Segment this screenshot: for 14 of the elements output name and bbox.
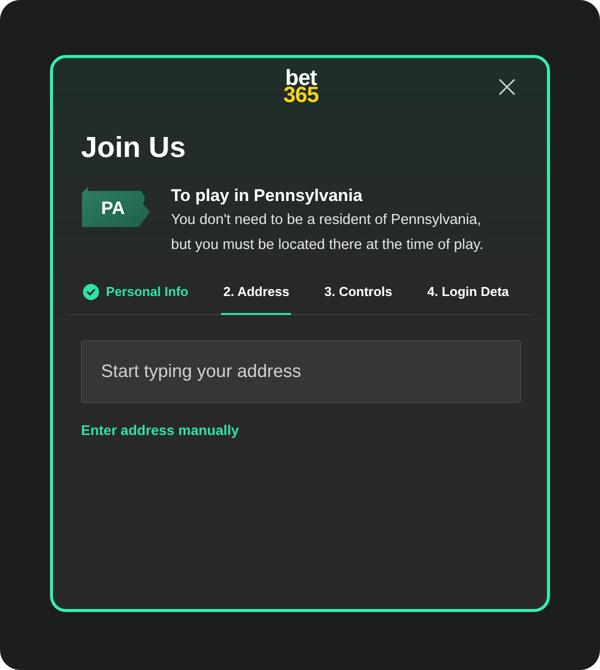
close-icon: [499, 79, 515, 95]
address-input-field[interactable]: Start typing your address: [81, 340, 521, 402]
logo: bet 365: [283, 69, 319, 103]
state-badge: PA: [81, 187, 151, 229]
enter-address-manually-link[interactable]: Enter address manually: [81, 420, 239, 440]
step-tab[interactable]: 4. Login Deta: [425, 282, 511, 314]
step-tab[interactable]: 2. Address: [221, 282, 292, 314]
notice-heading: To play in Pennsylvania: [171, 185, 364, 207]
step-tab[interactable]: Personal Info: [81, 282, 190, 314]
step-tab[interactable]: 3. Controls: [322, 282, 394, 314]
close-button[interactable]: [497, 77, 517, 97]
check-circle-icon: [83, 284, 99, 300]
notice-text: You don't need to be a resident of Pennsylvania, but you must be located there at the time of play.: [171, 211, 484, 255]
dialog-title: Join Us: [81, 131, 187, 165]
